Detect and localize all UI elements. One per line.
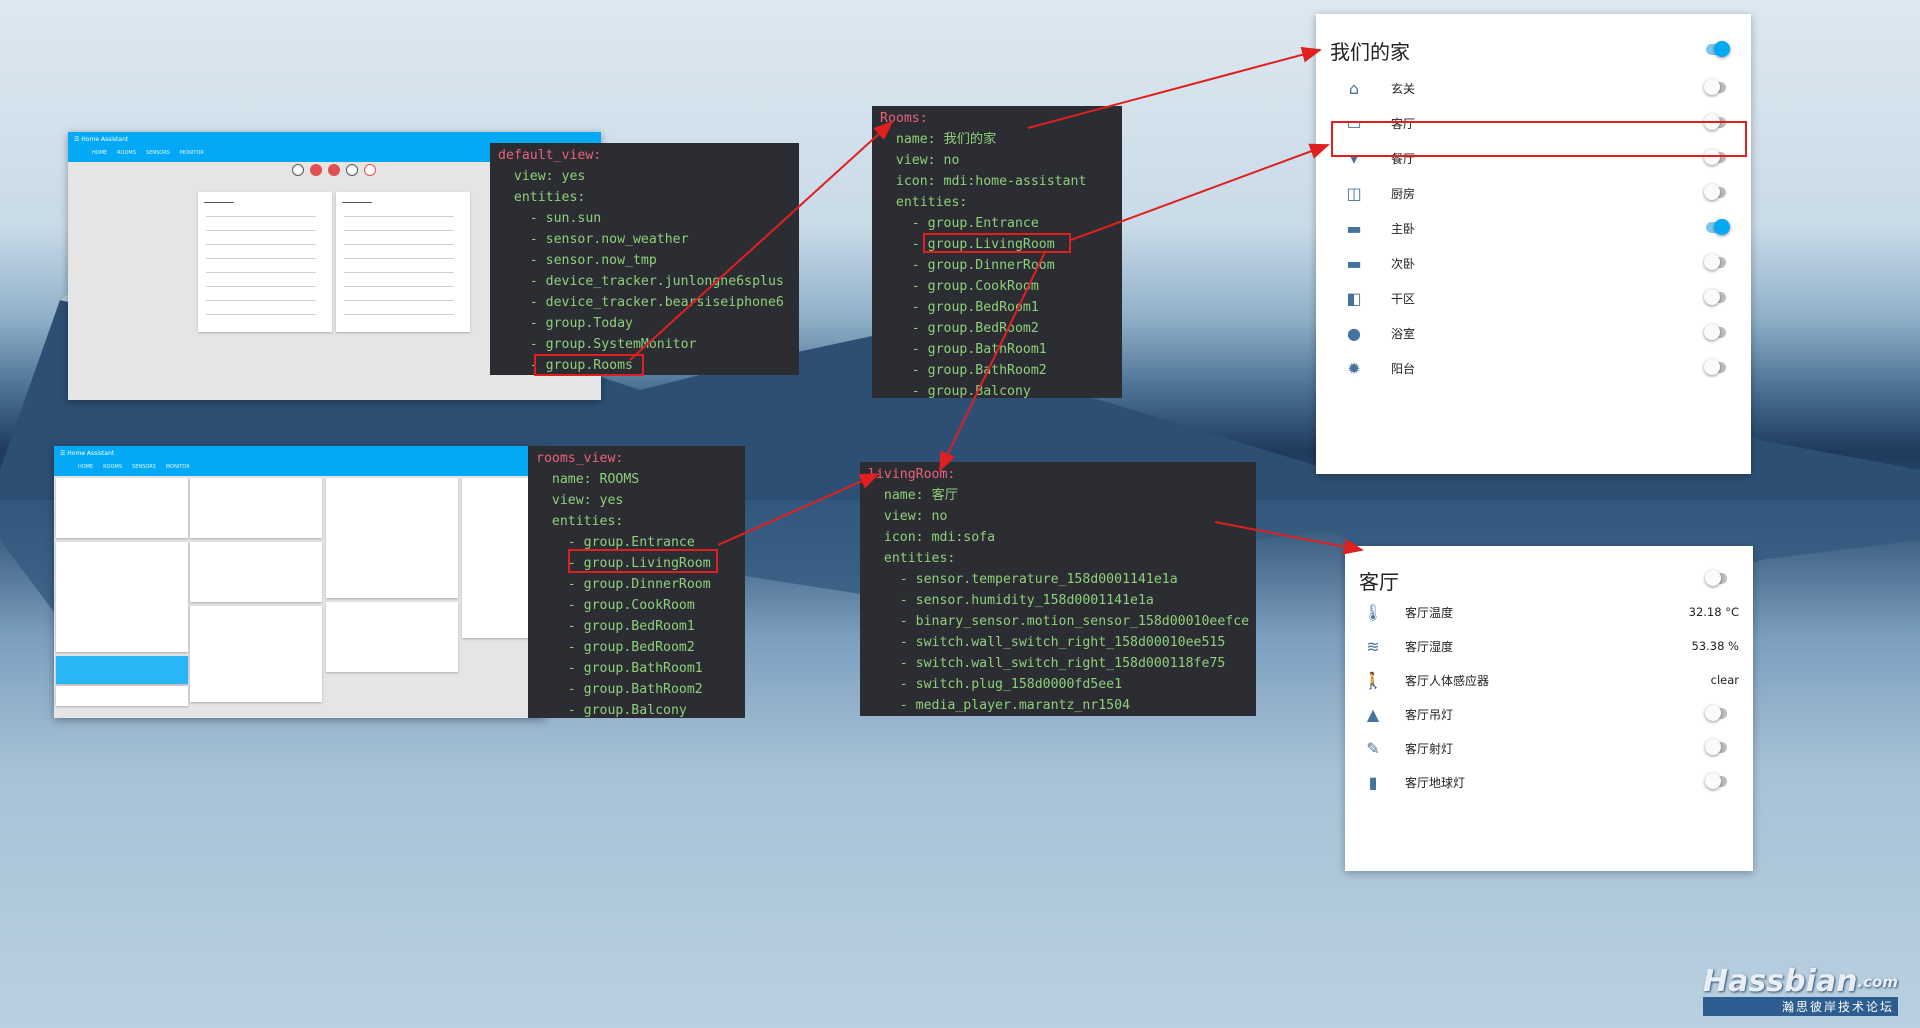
hassbian-logo: Hassbian.com 瀚思彼岸技术论坛 <box>1703 967 1898 1016</box>
logo-tagline: 瀚思彼岸技术论坛 <box>1703 997 1898 1016</box>
highlight-group-rooms <box>534 354 644 376</box>
highlight-livingroom-row <box>1331 121 1747 157</box>
highlight-group-livingroom-rooms <box>923 233 1071 253</box>
highlight-group-livingroom-roomsview <box>568 549 718 573</box>
logo-text: Hassbian <box>1703 964 1858 999</box>
logo-suffix: .com <box>1857 973 1898 991</box>
